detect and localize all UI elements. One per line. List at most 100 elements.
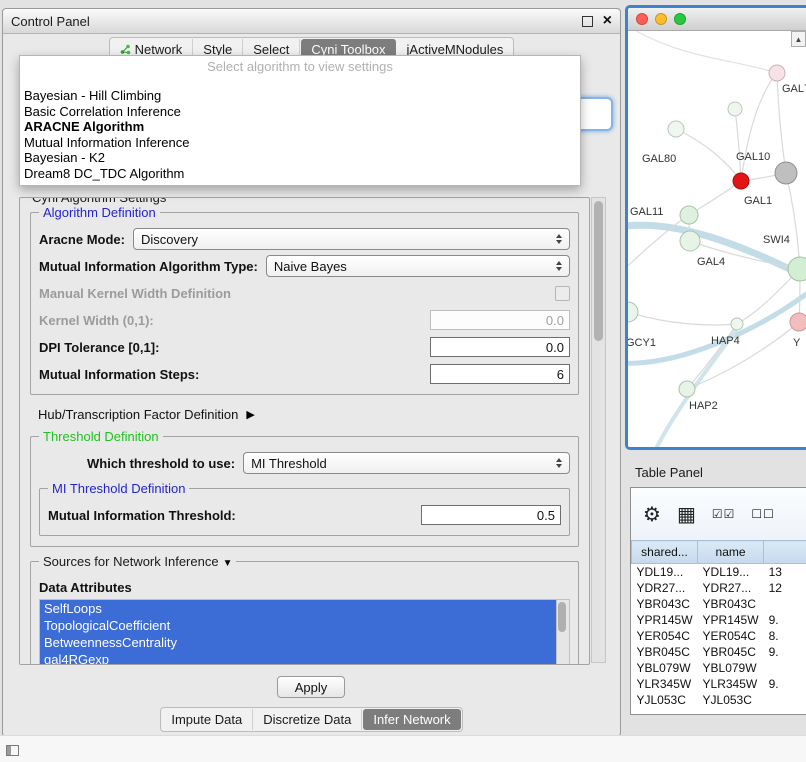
table-cell[interactable]: YLR345W — [632, 676, 698, 692]
network-node[interactable] — [728, 102, 742, 116]
table-row[interactable]: YDL19...YDL19...13 — [632, 564, 806, 581]
network-node[interactable] — [788, 257, 806, 281]
select-all-checks-icon[interactable]: ☑☑ — [712, 507, 736, 521]
gear-icon[interactable]: ⚙ — [643, 502, 661, 527]
apply-button[interactable]: Apply — [277, 676, 345, 698]
algorithm-option[interactable]: ARACNE Algorithm — [20, 119, 580, 135]
attribute-item[interactable]: TopologicalCoefficient — [40, 617, 556, 634]
attributes-scrollbar[interactable] — [557, 599, 570, 665]
group-title: Algorithm Definition — [39, 205, 160, 220]
table-header-cell[interactable]: name — [698, 541, 764, 564]
algorithm-option[interactable]: Basic Correlation Inference — [20, 104, 580, 120]
columns-icon[interactable]: ▦ — [677, 502, 696, 527]
table-cell[interactable]: YLR345W — [698, 676, 764, 692]
table-row[interactable]: YBR045CYBR045C9. — [632, 644, 806, 660]
table-cell[interactable]: YER054C — [698, 628, 764, 644]
table-cell[interactable]: 13 — [764, 564, 806, 581]
dpi-tolerance-input[interactable]: 0.0 — [430, 337, 570, 357]
table-row[interactable]: YPR145WYPR145W9. — [632, 612, 806, 628]
close-icon[interactable]: × — [603, 13, 612, 29]
kernel-width-input[interactable]: 0.0 — [430, 310, 570, 330]
network-node[interactable] — [680, 206, 698, 224]
table-header-cell[interactable]: shared... — [632, 541, 698, 564]
minimize-traffic-button[interactable] — [655, 13, 667, 25]
mi-threshold-input[interactable]: 0.5 — [421, 505, 561, 525]
table-cell[interactable]: YBL079W — [698, 660, 764, 676]
float-window-icon[interactable] — [582, 16, 593, 27]
network-svg[interactable]: GAL7GAL80GAL10GAL11GAL1SWI4GAL4GCY1HAP4H… — [628, 31, 806, 448]
scrollbar-thumb[interactable] — [594, 201, 603, 341]
table-panel-title: Table Panel — [635, 465, 703, 480]
table-cell[interactable]: YDL19... — [632, 564, 698, 581]
network-node[interactable] — [790, 313, 806, 331]
table-cell[interactable]: YER054C — [632, 628, 698, 644]
close-traffic-button[interactable] — [636, 13, 648, 25]
network-node[interactable] — [680, 231, 700, 251]
sources-toggle[interactable]: Sources for Network Inference▼ — [39, 554, 236, 571]
table-cell[interactable]: YBR045C — [632, 644, 698, 660]
table-cell[interactable]: YBR043C — [698, 596, 764, 612]
table-cell[interactable]: YDR27... — [632, 580, 698, 596]
dropdown-prompt: Select algorithm to view settings — [20, 59, 580, 74]
table-cell[interactable]: YPR145W — [632, 612, 698, 628]
manual-kernel-checkbox[interactable] — [555, 286, 570, 301]
algorithm-option[interactable]: Dream8 DC_TDC Algorithm — [20, 166, 580, 182]
network-node[interactable] — [733, 173, 749, 189]
network-node[interactable] — [668, 121, 684, 137]
table-row[interactable]: YER054CYER054C8. — [632, 628, 806, 644]
table-cell[interactable]: YDL19... — [698, 564, 764, 581]
algorithm-option[interactable]: Bayesian - Hill Climbing — [20, 88, 580, 104]
zoom-traffic-button[interactable] — [674, 13, 686, 25]
table-cell[interactable]: 12 — [764, 580, 806, 596]
hub-definition-toggle[interactable]: Hub/Transcription Factor Definition ▶ — [38, 407, 571, 422]
network-node[interactable] — [628, 302, 638, 322]
settings-scrollbar[interactable] — [591, 197, 606, 663]
network-window-titlebar[interactable] — [628, 8, 806, 31]
table-cell[interactable]: YJL053C — [632, 692, 698, 708]
status-strip — [0, 735, 806, 762]
attribute-item[interactable]: gal4RGexp — [40, 651, 556, 665]
algorithm-option[interactable]: Mutual Information Inference — [20, 135, 580, 151]
mi-type-select[interactable]: Naive Bayes — [266, 255, 570, 277]
attribute-item[interactable]: SelfLoops — [40, 600, 556, 617]
tab-infer-network[interactable]: Infer Network — [363, 709, 460, 730]
attribute-item[interactable]: BetweennessCentrality — [40, 634, 556, 651]
table-header-cell[interactable] — [764, 541, 806, 564]
network-node[interactable] — [775, 162, 797, 184]
algorithm-option[interactable]: Bayesian - K2 — [20, 150, 580, 166]
table-row[interactable]: YBL079WYBL079W — [632, 660, 806, 676]
table-cell[interactable]: YPR145W — [698, 612, 764, 628]
table-row[interactable]: YJL053CYJL053C — [632, 692, 806, 708]
network-scrollbar-up[interactable]: ▲ — [791, 31, 806, 47]
table-cell[interactable]: 9. — [764, 676, 806, 692]
network-node[interactable] — [769, 65, 785, 81]
network-node[interactable] — [679, 381, 695, 397]
show-panel-icon[interactable] — [6, 745, 19, 756]
table-cell[interactable]: 9. — [764, 644, 806, 660]
table-cell[interactable]: YDR27... — [698, 580, 764, 596]
deselect-all-boxes-icon[interactable]: ☐☐ — [751, 507, 775, 521]
table-cell[interactable] — [764, 596, 806, 612]
control-panel-titlebar[interactable]: Control Panel × — [3, 9, 620, 34]
table-cell[interactable]: YJL053C — [698, 692, 764, 708]
aracne-mode-select[interactable]: Discovery — [133, 228, 570, 250]
table-panel: ⚙ ▦ ☑☑ ☐☐ shared...name YDL19...YDL19...… — [630, 487, 806, 715]
group-title: MI Threshold Definition — [48, 481, 189, 496]
table-cell[interactable] — [764, 692, 806, 708]
table-row[interactable]: YDR27...YDR27...12 — [632, 580, 806, 596]
table-cell[interactable]: YBL079W — [632, 660, 698, 676]
tab-discretize-data[interactable]: Discretize Data — [253, 709, 362, 730]
which-threshold-select[interactable]: MI Threshold — [243, 452, 570, 474]
table-row[interactable]: YLR345WYLR345W9. — [632, 676, 806, 692]
table-cell[interactable]: YBR043C — [632, 596, 698, 612]
data-attributes-label: Data Attributes — [39, 580, 570, 595]
tab-impute-data[interactable]: Impute Data — [161, 709, 253, 730]
network-node[interactable] — [731, 318, 743, 330]
table-cell[interactable]: 9. — [764, 612, 806, 628]
table-cell[interactable]: YBR045C — [698, 644, 764, 660]
table-row[interactable]: YBR043CYBR043C — [632, 596, 806, 612]
table-cell[interactable]: 8. — [764, 628, 806, 644]
mi-steps-input[interactable]: 6 — [430, 364, 570, 384]
field-value: 0.0 — [546, 313, 564, 328]
table-cell[interactable] — [764, 660, 806, 676]
